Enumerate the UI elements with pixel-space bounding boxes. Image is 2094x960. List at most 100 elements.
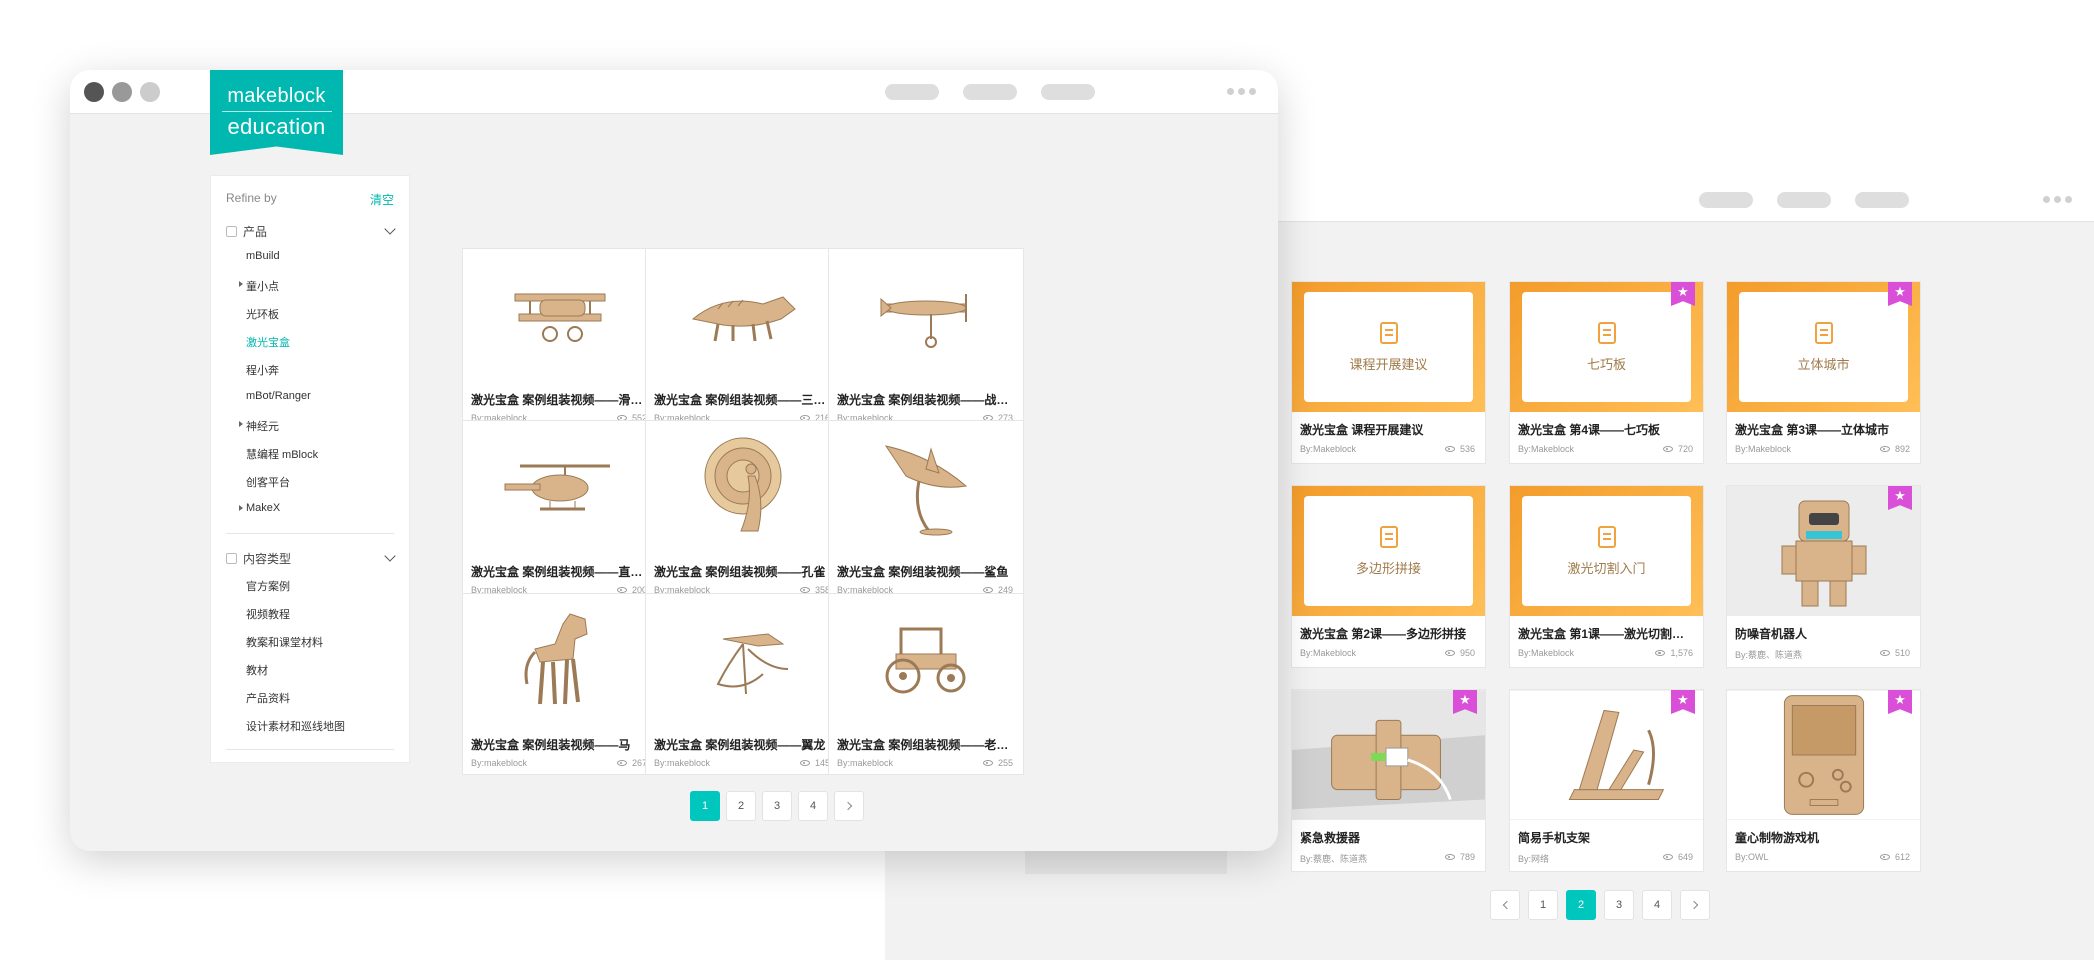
case-card[interactable]: 激光宝盒 案例组装视频——战斗机 By:makeblock 273 xyxy=(828,248,1024,430)
card-title: 激光宝盒 案例组装视频——滑翔机 xyxy=(471,393,649,407)
back-nav-pill[interactable] xyxy=(1777,192,1831,208)
sidebar-item-design-assets[interactable]: 设计素材和巡线地图 xyxy=(246,718,345,734)
course-card[interactable]: ★ 紧急救援器 By:蔡鹿、陈道燕 789 xyxy=(1291,689,1486,872)
model-thumbnail xyxy=(829,421,1023,551)
card-views: 649 xyxy=(1662,852,1693,862)
sidebar-item-textbooks[interactable]: 教材 xyxy=(246,662,268,678)
course-card[interactable]: ★ 童心制物游戏机 By:OWL 612 xyxy=(1726,689,1921,872)
thumbnail-title: 七巧板 xyxy=(1586,356,1626,372)
back-page-button[interactable]: 3 xyxy=(1604,890,1634,920)
eye-icon xyxy=(1879,650,1890,656)
sidebar-item-laserbox[interactable]: 激光宝盒 xyxy=(246,334,290,350)
makeblock-education-logo[interactable]: makeblock education xyxy=(210,70,343,155)
card-author: By:makeblock xyxy=(471,758,528,768)
front-page-button[interactable]: 2 xyxy=(726,791,756,821)
card-title: 激光宝盒 案例组装视频——马 xyxy=(471,738,631,752)
product-section-header[interactable]: 产品 xyxy=(226,223,267,240)
window-close-dot[interactable] xyxy=(84,82,104,102)
sidebar-item-makex[interactable]: MakeX xyxy=(239,502,280,514)
card-views: 510 xyxy=(1879,648,1910,658)
back-prev-page-button[interactable] xyxy=(1490,890,1520,920)
logo-line2: education xyxy=(227,114,326,139)
case-card[interactable]: 激光宝盒 案例组装视频——三角龙 By:makeblock 216 xyxy=(645,248,841,430)
card-title: 激光宝盒 案例组装视频——翼龙 xyxy=(654,738,826,752)
document-icon xyxy=(1814,321,1833,344)
course-card[interactable]: 七巧板 ★ 激光宝盒 第4课——七巧板 By:Makeblock 720 xyxy=(1509,281,1704,464)
model-thumbnail xyxy=(463,421,657,551)
front-page-button[interactable]: 4 xyxy=(798,791,828,821)
sidebar-item-tongxiaodian[interactable]: 童小点 xyxy=(239,278,279,294)
back-next-page-button[interactable] xyxy=(1680,890,1710,920)
document-icon xyxy=(1379,321,1398,344)
card-views: 720 xyxy=(1662,444,1693,454)
front-page-button[interactable]: 3 xyxy=(762,791,792,821)
course-card[interactable]: 多边形拼接 激光宝盒 第2课——多边形拼接 By:Makeblock 950 xyxy=(1291,485,1486,668)
course-thumbnail: 激光切割入门 xyxy=(1510,486,1703,616)
sidebar-item-product-docs[interactable]: 产品资料 xyxy=(246,690,290,706)
back-page-button[interactable]: 1 xyxy=(1528,890,1558,920)
case-card[interactable]: 激光宝盒 案例组装视频——鲨鱼 By:makeblock 249 xyxy=(828,420,1024,602)
back-nav-pill[interactable] xyxy=(1699,192,1753,208)
chevron-left-icon xyxy=(1502,900,1511,910)
card-title: 激光宝盒 案例组装视频——老爷车 xyxy=(837,738,1015,752)
sidebar-item-mbuild[interactable]: mBuild xyxy=(246,250,280,262)
sidebar-item-neuron[interactable]: 神经元 xyxy=(239,418,279,434)
course-card[interactable]: 课程开展建议 激光宝盒 课程开展建议 By:Makeblock 536 xyxy=(1291,281,1486,464)
sidebar-item-halocode[interactable]: 光环板 xyxy=(246,306,279,322)
card-views: 267 xyxy=(616,758,647,768)
card-author: By:makeblock xyxy=(654,758,711,768)
model-thumbnail xyxy=(646,421,840,551)
back-more-icon[interactable] xyxy=(2043,196,2072,203)
sidebar-item-codey[interactable]: 程小奔 xyxy=(246,362,279,378)
case-card[interactable]: 激光宝盒 案例组装视频——直升机 By:makeblock 200 xyxy=(462,420,658,602)
course-card[interactable]: ★ 防噪音机器人 By:蔡鹿、陈道燕 510 xyxy=(1726,485,1921,668)
chevron-down-icon[interactable] xyxy=(384,223,396,235)
front-more-icon[interactable] xyxy=(1227,88,1256,95)
expand-triangle-icon xyxy=(239,421,243,427)
back-page-button-current[interactable]: 2 xyxy=(1566,890,1596,920)
card-title: 激光宝盒 案例组装视频——直升机 xyxy=(471,565,649,579)
course-card[interactable]: 立体城市 ★ 激光宝盒 第3课——立体城市 By:Makeblock 892 xyxy=(1726,281,1921,464)
content-type-section-header[interactable]: 内容类型 xyxy=(226,550,291,567)
front-next-page-button[interactable] xyxy=(834,791,864,821)
divider xyxy=(226,749,394,750)
back-nav-pill[interactable] xyxy=(1855,192,1909,208)
card-title: 童心制物游戏机 xyxy=(1735,831,1820,845)
case-card[interactable]: 激光宝盒 案例组装视频——滑翔机 By:makeblock 552 xyxy=(462,248,658,430)
card-views: 1,576 xyxy=(1655,648,1693,658)
sidebar-item-maker-platform[interactable]: 创客平台 xyxy=(246,474,290,490)
card-title: 紧急救援器 xyxy=(1300,831,1361,845)
sidebar-item-mblock[interactable]: 慧编程 mBlock xyxy=(246,446,318,462)
sidebar-item-lesson-plans[interactable]: 教案和课堂材料 xyxy=(246,634,323,650)
content-type-section-label: 内容类型 xyxy=(243,552,292,566)
window-maximize-dot[interactable] xyxy=(140,82,160,102)
front-page-button-current[interactable]: 1 xyxy=(690,791,720,821)
case-card[interactable]: 激光宝盒 案例组装视频——孔雀 By:makeblock 358 xyxy=(645,420,841,602)
sidebar-item-video-tutorials[interactable]: 视频教程 xyxy=(246,606,290,622)
course-card[interactable]: ★ 简易手机支架 By:网络 649 xyxy=(1509,689,1704,872)
card-author: By:Makeblock xyxy=(1300,648,1357,658)
sidebar-item-mbot-ranger[interactable]: mBot/Ranger xyxy=(246,390,311,402)
card-title: 激光宝盒 第4课——七巧板 xyxy=(1518,423,1661,437)
refine-sidebar: Refine by 清空 产品 mBuild 童小点 光环板 激光宝盒 程小奔 … xyxy=(210,175,410,763)
eye-icon xyxy=(1444,446,1455,452)
case-card[interactable]: 激光宝盒 案例组装视频——翼龙 By:makeblock 145 xyxy=(645,593,841,775)
document-icon xyxy=(1379,525,1398,548)
case-card[interactable]: 激光宝盒 案例组装视频——老爷车 By:makeblock 255 xyxy=(828,593,1024,775)
card-author: By:蔡鹿、陈道燕 xyxy=(1735,650,1803,660)
window-minimize-dot[interactable] xyxy=(112,82,132,102)
chevron-down-icon[interactable] xyxy=(384,550,396,562)
front-nav-pill[interactable] xyxy=(1041,84,1095,100)
thumbnail-title: 激光切割入门 xyxy=(1567,560,1646,576)
clear-filters-link[interactable]: 清空 xyxy=(370,191,394,208)
course-card[interactable]: 激光切割入门 激光宝盒 第1课——激光切割入门 By:Makeblock 1,576 xyxy=(1509,485,1704,668)
case-card[interactable]: 激光宝盒 案例组装视频——马 By:makeblock 267 xyxy=(462,593,658,775)
eye-icon xyxy=(1655,650,1666,656)
front-nav-pill[interactable] xyxy=(885,84,939,100)
sidebar-item-official-cases[interactable]: 官方案例 xyxy=(246,578,290,594)
eye-icon xyxy=(799,760,810,766)
back-page-button[interactable]: 4 xyxy=(1642,890,1672,920)
front-nav-pill[interactable] xyxy=(963,84,1017,100)
card-author: By:makeblock xyxy=(837,758,894,768)
card-views: 145 xyxy=(799,758,830,768)
